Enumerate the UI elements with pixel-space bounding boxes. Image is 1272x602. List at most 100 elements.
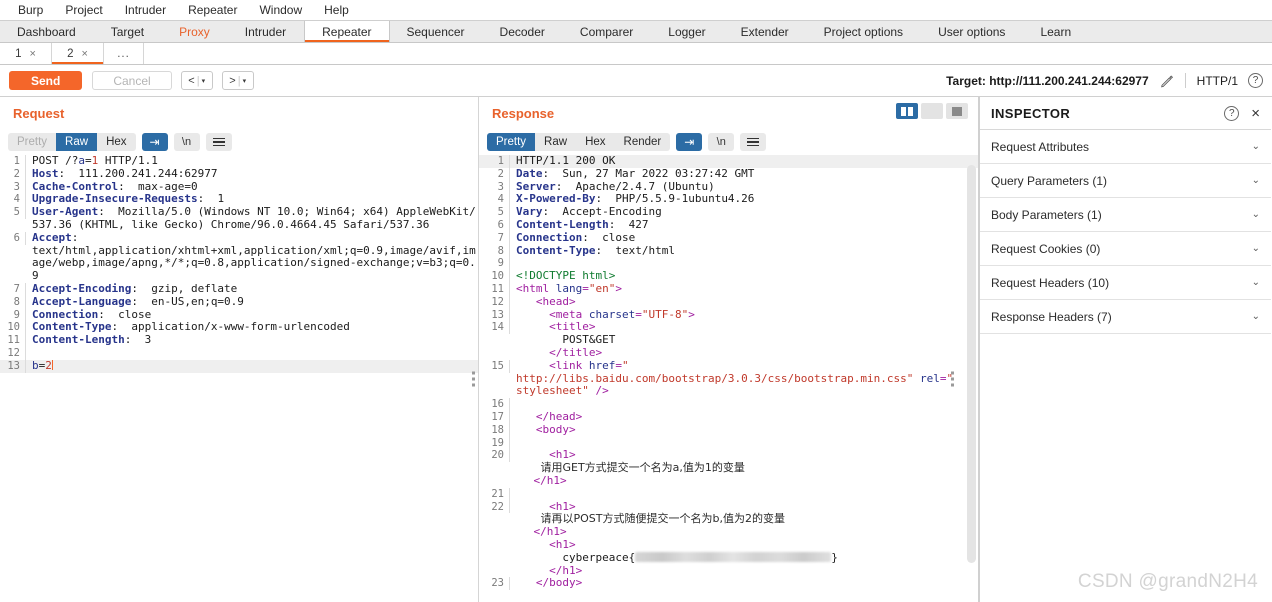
close-icon[interactable]: × [1251,106,1260,121]
response-menu-button[interactable] [740,133,767,151]
code-token: : Mozilla/5.0 (Windows NT 10.0; Win64; x… [32,205,476,231]
response-newline-toggle[interactable]: \n [708,133,735,151]
response-editor[interactable]: 1 HTTP/1.1 200 OK 2 Date: Sun, 27 Mar 2022 … [479,155,978,602]
close-icon[interactable]: × [29,48,35,60]
line-number: 16 [479,398,510,411]
inspector-section-body-parameters-1[interactable]: Body Parameters (1) ⌄ [980,198,1271,232]
code-token: : application/x-www-form-urlencoded [111,320,350,334]
code-token: POST /? [32,155,79,167]
code-line: 14 <title> POST&GET </title> [479,320,978,359]
scrollbar-thumb[interactable] [967,165,976,563]
response-view-hex[interactable]: Hex [576,133,615,151]
response-view-render[interactable]: Render [614,133,671,151]
next-request-button[interactable]: > | ▾ [221,71,254,90]
request-menu-button[interactable] [205,133,232,151]
split-horizontal-layout-button[interactable] [921,103,943,119]
inspector-section-query-parameters-1[interactable]: Query Parameters (1) ⌄ [980,164,1271,198]
response-panel: Response Pretty Raw Hex Render ⇥ \n 1 HT… [479,97,979,602]
tab-learn[interactable]: Learn [1023,21,1089,42]
prev-request-button[interactable]: < | ▾ [180,71,213,90]
tab-repeater[interactable]: Repeater [304,21,390,42]
line-number: 23 [479,577,510,591]
response-splitter-handle[interactable] [951,371,954,386]
cancel-button[interactable]: Cancel [92,71,172,90]
menu-item-help[interactable]: Help [313,0,360,20]
code-token: = [635,307,642,321]
code-line-content: <html lang="en"> [510,282,978,296]
menu-item-project[interactable]: Project [54,0,113,20]
request-wrap-toggle[interactable]: ⇥ [141,133,168,151]
line-number: 1 [479,155,510,168]
code-line-content: <body> [510,423,978,437]
tab-intruder[interactable]: Intruder [228,21,304,42]
response-view-raw[interactable]: Raw [535,133,577,151]
repeater-tab-1[interactable]: 1 × [0,43,52,64]
menu-item-window[interactable]: Window [248,0,313,20]
chevron-down-icon[interactable]: ⌄ [1252,311,1260,322]
code-token: Connection [32,307,99,321]
help-icon[interactable]: ? [1224,105,1240,121]
tab-extender[interactable]: Extender [724,21,807,42]
code-line-content [510,488,978,501]
tab-decoder[interactable]: Decoder [483,21,563,42]
newline-icon: \n [716,136,726,148]
code-token: : gzip, deflate [131,281,238,295]
code-line: 15 <link href=" http://libs.baidu.com/bo… [479,359,978,398]
chevron-down-icon[interactable]: ⌄ [1252,141,1260,152]
chevron-down-icon[interactable]: ⌄ [1252,277,1260,288]
inspector-section-label: Body Parameters (1) [991,207,1102,222]
response-view-toolbar: Pretty Raw Hex Render ⇥ \n [479,129,978,155]
line-number: 19 [479,436,510,450]
request-newline-toggle[interactable]: \n [173,133,200,151]
tab-project-options[interactable]: Project options [807,21,921,42]
inspector-section-label: Request Headers (10) [991,275,1110,290]
request-editor[interactable]: 1 POST /?a=1 HTTP/1.1 2 Host: 111.200.241.2… [0,155,478,602]
tab-sequencer[interactable]: Sequencer [390,21,483,42]
inspector-section-request-headers-10[interactable]: Request Headers (10) ⌄ [980,266,1271,300]
line-number: 3 [479,180,510,194]
response-scrollbar[interactable] [967,159,976,598]
line-number: 8 [479,244,510,258]
repeater-tab-moremoremore[interactable]: ... [104,43,144,64]
menu-item-burp[interactable]: Burp [7,0,54,20]
chevron-down-icon[interactable]: ⌄ [1252,243,1260,254]
code-token: </title> [549,345,603,359]
code-token: Content-Type [516,243,596,257]
code-token: 2 [45,358,52,372]
request-splitter-handle[interactable] [472,371,475,386]
code-token: Vary [516,205,543,219]
repeater-tab-2[interactable]: 2 × [52,43,104,64]
split-vertical-layout-button[interactable] [896,103,918,119]
tab-user-options[interactable]: User options [921,21,1023,42]
single-pane-layout-button[interactable] [946,103,968,119]
code-token: "UTF-8" [641,307,689,321]
send-button[interactable]: Send [9,71,83,90]
request-view-raw[interactable]: Raw [56,133,98,151]
code-token: Connection [516,230,583,244]
line-number: 15 [479,359,510,373]
code-token: : text/html,application/xhtml+xml,applic… [32,230,476,283]
menu-item-intruder[interactable]: Intruder [114,0,177,20]
response-view-pretty[interactable]: Pretty [487,133,536,151]
code-line-content: <link href=" http://libs.baidu.com/boots… [510,359,978,398]
chevron-down-icon[interactable]: ⌄ [1252,175,1260,186]
request-view-pretty[interactable]: Pretty [8,133,57,151]
pencil-icon[interactable] [1160,74,1174,88]
tab-comparer[interactable]: Comparer [563,21,651,42]
menu-item-repeater[interactable]: Repeater [177,0,248,20]
request-view-hex[interactable]: Hex [97,133,136,151]
close-icon[interactable]: × [81,48,87,60]
help-icon[interactable]: ? [1248,73,1263,88]
chevron-down-icon[interactable]: ⌄ [1252,209,1260,220]
inspector-section-request-cookies-0[interactable]: Request Cookies (0) ⌄ [980,232,1271,266]
hamburger-icon [212,137,225,147]
inspector-section-request-attributes[interactable]: Request Attributes ⌄ [980,130,1271,164]
tab-proxy[interactable]: Proxy [162,21,228,42]
response-wrap-toggle[interactable]: ⇥ [676,133,703,151]
tab-target[interactable]: Target [94,21,162,42]
tab-dashboard[interactable]: Dashboard [0,21,94,42]
tab-logger[interactable]: Logger [651,21,723,42]
inspector-section-response-headers-7[interactable]: Response Headers (7) ⌄ [980,300,1271,334]
code-token: Upgrade-Insecure-Requests [32,192,198,206]
line-number: 5 [479,206,510,219]
